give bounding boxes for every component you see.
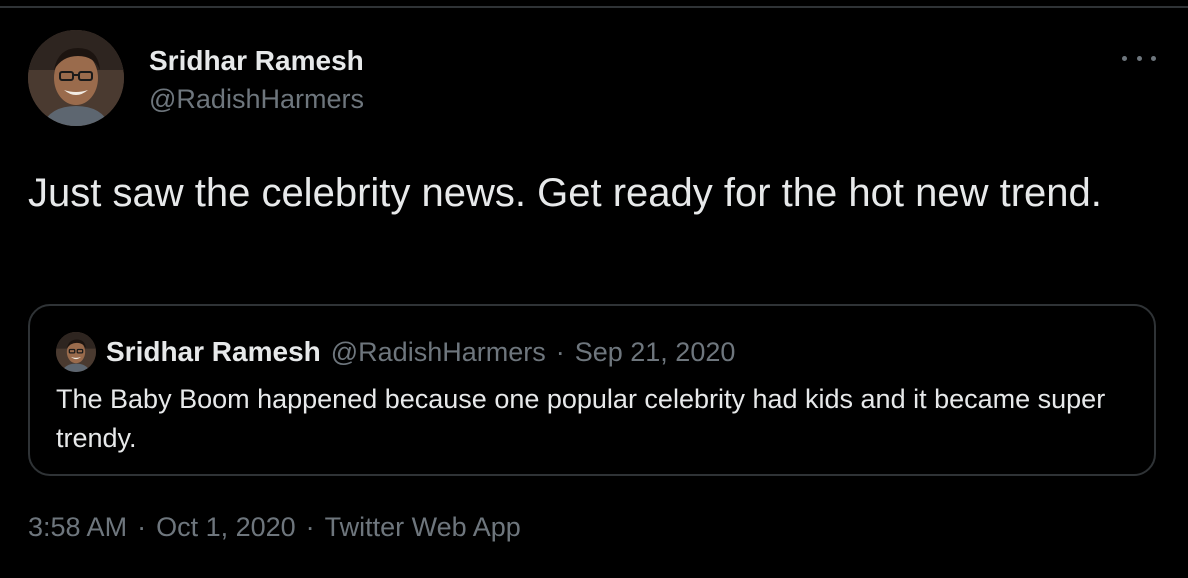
author-handle[interactable]: @RadishHarmers — [149, 82, 364, 116]
quoted-tweet-header: Sridhar Ramesh @RadishHarmers · Sep 21, … — [56, 332, 735, 372]
top-divider — [0, 6, 1188, 8]
meta-separator: · — [305, 512, 315, 542]
quoted-avatar-photo — [56, 332, 96, 372]
quoted-date: Sep 21, 2020 — [574, 336, 736, 367]
tweet-source-link[interactable]: Twitter Web App — [325, 512, 521, 542]
more-horizontal-icon — [1151, 55, 1156, 61]
quoted-handle: @RadishHarmers — [330, 336, 546, 367]
more-horizontal-icon — [1122, 55, 1127, 61]
author-display-name[interactable]: Sridhar Ramesh — [149, 44, 364, 78]
tweet-header: Sridhar Ramesh @RadishHarmers — [28, 30, 1160, 130]
quoted-tweet-text: The Baby Boom happened because one popul… — [56, 384, 1106, 453]
tweet-date: Oct 1, 2020 — [156, 512, 296, 542]
tweet-text: Just saw the celebrity news. Get ready f… — [28, 171, 1102, 215]
quoted-display-name: Sridhar Ramesh — [106, 336, 321, 367]
more-horizontal-icon — [1136, 55, 1142, 61]
meta-separator: · — [137, 512, 147, 542]
avatar-photo — [28, 30, 124, 126]
quoted-avatar — [56, 332, 96, 372]
quoted-separator: · — [555, 336, 565, 367]
avatar[interactable] — [28, 30, 124, 126]
tweet-time: 3:58 AM — [28, 512, 128, 542]
quoted-tweet-card[interactable]: Sridhar Ramesh @RadishHarmers · Sep 21, … — [28, 304, 1156, 476]
tweet-metadata: 3:58 AM · Oct 1, 2020 · Twitter Web App — [28, 512, 521, 543]
author-info: Sridhar Ramesh @RadishHarmers — [149, 44, 364, 116]
more-options-button[interactable] — [1122, 48, 1156, 68]
tweet-time-link[interactable]: 3:58 AM · Oct 1, 2020 — [28, 512, 296, 542]
